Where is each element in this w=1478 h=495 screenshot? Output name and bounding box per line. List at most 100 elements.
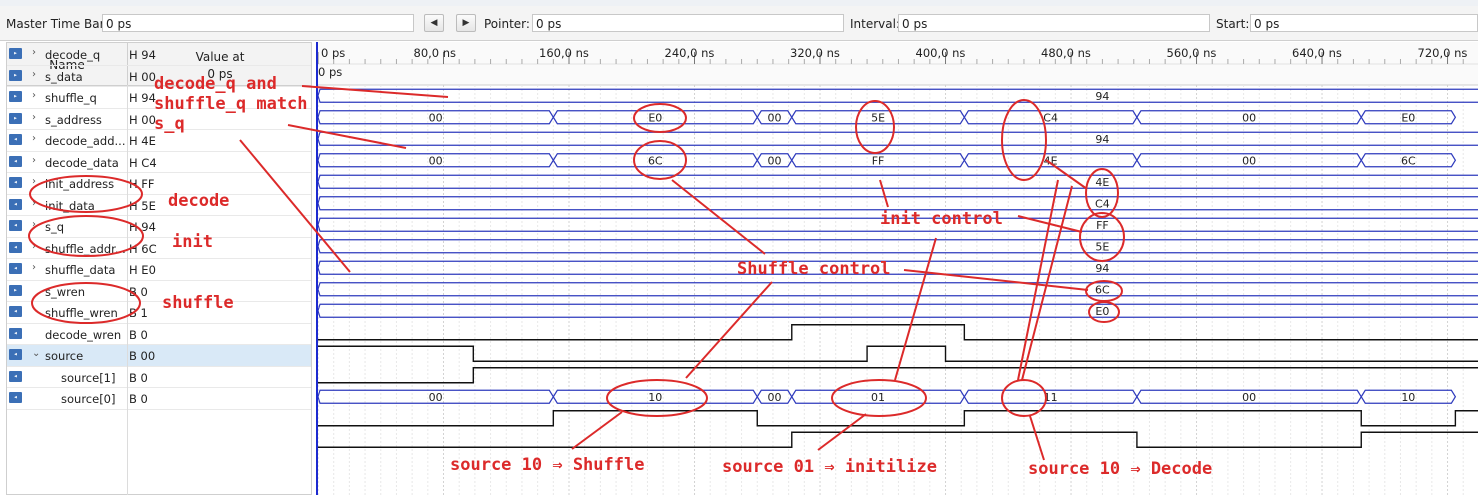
- signal-row-shuffle-wren[interactable]: ◂ shuffle_wren B 1: [7, 302, 311, 324]
- expand-chevron-icon[interactable]: ›: [32, 90, 36, 101]
- signal-row-s-wren[interactable]: ▸ s_wren B 0: [7, 281, 311, 302]
- signal-row-init-data[interactable]: ◂ › init_data H 5E: [7, 195, 311, 216]
- wave-s-address-segment-value: 00: [429, 154, 443, 167]
- signal-name: s_address: [45, 112, 102, 127]
- signal-name: shuffle_q: [45, 91, 97, 105]
- wave-shuffle-data-value: E0: [1095, 305, 1109, 318]
- wave-s-q-value: 94: [1095, 262, 1109, 275]
- ruler-label: 320,0 ns: [790, 46, 840, 60]
- in-port-icon: ◂: [9, 306, 22, 317]
- expand-chevron-icon[interactable]: ›: [32, 69, 36, 80]
- pointer-field[interactable]: 0 ps: [532, 14, 844, 32]
- signal-row-shuffle-data[interactable]: ◂ › shuffle_data H E0: [7, 259, 311, 281]
- signal-row-source-1[interactable]: ◂ source[1] B 0: [7, 367, 311, 388]
- interval-label: Interval:: [850, 17, 900, 31]
- signal-name: decode_q: [45, 48, 101, 62]
- signal-name: shuffle_wren: [45, 306, 118, 320]
- in-port-icon: ◂: [9, 349, 22, 360]
- signal-value: H C4: [129, 155, 157, 170]
- expand-chevron-icon[interactable]: ›: [32, 112, 36, 123]
- signal-row-decode-data[interactable]: ◂ › decode_data H C4: [7, 152, 311, 173]
- wave-shuffle-q-value: 94: [1095, 133, 1109, 146]
- annotation-match: decode_q and shuffle_q match s_q: [154, 74, 308, 134]
- signal-value: H FF: [129, 177, 155, 191]
- start-label: Start:: [1216, 17, 1250, 31]
- wave-s-data-segment-value: 5E: [871, 111, 885, 124]
- out-port-icon: ▸: [9, 91, 22, 102]
- signal-row-source-0[interactable]: ◂ source[0] B 0: [7, 388, 311, 410]
- wave-init-data-value: 5E: [1095, 240, 1109, 253]
- signal-value: H 00: [129, 112, 156, 127]
- ruler-label: 0 ps: [321, 46, 345, 60]
- expand-chevron-icon[interactable]: ›: [32, 219, 36, 230]
- signal-row-init-address[interactable]: ◂ › init_address H FF: [7, 173, 311, 195]
- signal-value: H 4E: [129, 134, 156, 148]
- ruler-label: 480,0 ns: [1041, 46, 1091, 60]
- signal-value: B 00: [129, 349, 156, 363]
- waveform-pane[interactable]: 0 ps 80,0 ns 160,0 ns 240,0 ns 320,0 ns 400,0…: [316, 42, 1478, 495]
- wave-decode-q-value: 94: [1095, 90, 1109, 103]
- signal-value: B 1: [129, 306, 148, 320]
- signal-value: B 0: [129, 370, 148, 385]
- signal-row-source[interactable]: ◂ ⌄ source B 00: [7, 345, 311, 367]
- waveform-canvas[interactable]: 0 ps 80,0 ns 160,0 ns 240,0 ns 320,0 ns 400,0…: [316, 42, 1478, 495]
- prev-transition-button[interactable]: ◀: [424, 14, 444, 32]
- ruler-label: 80,0 ns: [414, 46, 457, 60]
- expand-chevron-icon[interactable]: ›: [32, 133, 36, 144]
- signal-value: H 6C: [129, 241, 157, 256]
- wave-source-segment-value: 00: [429, 391, 443, 404]
- signal-name: decode_add...: [45, 134, 126, 148]
- master-time-bar-field[interactable]: 0 ps: [102, 14, 414, 32]
- expand-chevron-icon[interactable]: ›: [32, 262, 36, 273]
- signal-value: B 0: [129, 327, 148, 342]
- annotation-source-init: source 01 ⇒ initilize: [722, 457, 937, 477]
- interval-field[interactable]: 0 ps: [898, 14, 1210, 32]
- next-transition-button[interactable]: ▶: [456, 14, 476, 32]
- wave-s-address-segment-value: 4E: [1044, 154, 1058, 167]
- signal-name: s_data: [45, 69, 83, 84]
- in-port-icon: ◂: [9, 177, 22, 188]
- wave-s-data-segment-value: 00: [1242, 111, 1256, 124]
- out-port-icon: ▸: [9, 284, 22, 296]
- ruler-label: 720,0 ns: [1418, 46, 1468, 60]
- wave-s-data-segment-value: 00: [429, 111, 443, 124]
- master-time-bar-label: Master Time Bar:: [6, 17, 109, 31]
- signal-row-s-q[interactable]: ◂ › s_q H 94: [7, 216, 311, 238]
- time-toolbar: Master Time Bar: 0 ps ◀ ▶ Pointer: 0 ps …: [0, 6, 1478, 41]
- signal-value: H 94: [129, 220, 156, 234]
- collapse-chevron-icon[interactable]: ⌄: [32, 348, 40, 359]
- signal-row-shuffle-addr[interactable]: ◂ › shuffle_addr... H 6C: [7, 238, 311, 259]
- signal-name: shuffle_data: [45, 263, 116, 277]
- annotation-init: init: [172, 232, 213, 252]
- cursor-time-label: 0 ps: [318, 65, 342, 79]
- wave-source-segment-value: 01: [871, 391, 885, 404]
- wave-init-address-value: FF: [1096, 219, 1109, 232]
- in-port-icon: ◂: [9, 155, 22, 167]
- out-port-icon: ▸: [9, 69, 22, 81]
- wave-s-data-segment-value: E0: [1401, 111, 1415, 124]
- expand-chevron-icon[interactable]: ›: [32, 176, 36, 187]
- expand-chevron-icon[interactable]: ›: [32, 47, 36, 58]
- signal-value: B 0: [129, 284, 148, 299]
- in-port-icon: ◂: [9, 241, 22, 253]
- out-port-icon: ▸: [9, 112, 22, 124]
- signal-name: decode_data: [45, 155, 119, 170]
- ruler-label: 560,0 ns: [1167, 46, 1217, 60]
- annotation-match-text: decode_q and shuffle_q match s_q: [154, 74, 308, 134]
- time-cursor-line[interactable]: [316, 42, 318, 495]
- wave-source-segment-value: 10: [1401, 391, 1415, 404]
- expand-chevron-icon[interactable]: ›: [32, 241, 36, 252]
- wave-source-segment-value: 00: [1242, 391, 1256, 404]
- annotation-source-decode: source 10 ⇒ Decode: [1028, 459, 1213, 479]
- expand-chevron-icon[interactable]: ›: [32, 198, 36, 209]
- signal-value: H 5E: [129, 198, 156, 213]
- wave-s-data-segment-value: E0: [648, 111, 662, 124]
- wave-s-address-segment-value: 00: [1242, 154, 1256, 167]
- signal-row-decode-wren[interactable]: ◂ decode_wren B 0: [7, 324, 311, 345]
- wave-s-data-segment-value: 00: [768, 111, 782, 124]
- column-divider: [127, 85, 128, 495]
- expand-chevron-icon[interactable]: ›: [32, 155, 36, 166]
- start-field[interactable]: 0 ps: [1250, 14, 1478, 32]
- ruler-label: 160,0 ns: [539, 46, 589, 60]
- signal-row-decode-q[interactable]: ▸ › decode_q H 94: [7, 44, 311, 66]
